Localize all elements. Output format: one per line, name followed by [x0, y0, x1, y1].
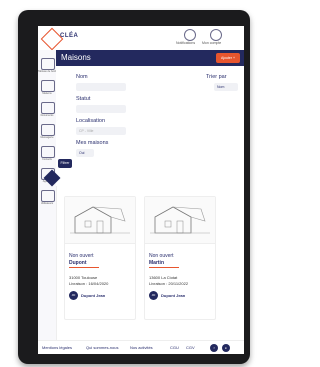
localisation-label: Localisation [76, 118, 106, 124]
sidebar-item-maisons: Maisons [42, 92, 52, 95]
sidebar-item-users: Utilisateurs [40, 202, 54, 205]
folder-icon[interactable] [41, 102, 55, 114]
card-person: Dupont Jean [81, 293, 106, 298]
card-underline [69, 267, 99, 268]
sort-select[interactable]: Nom [214, 83, 238, 91]
card-city: 13600 La Ciotat [149, 275, 178, 280]
statut-select[interactable] [76, 105, 126, 113]
localisation-input[interactable]: CP - Ville [76, 127, 126, 135]
facebook-icon[interactable]: f [210, 344, 218, 352]
sidebar-item-contacts: Contacts [42, 158, 52, 161]
card-date: Livraison : 20/11/2022 [149, 281, 189, 286]
bell-icon[interactable] [184, 29, 196, 41]
message-icon[interactable] [41, 124, 55, 136]
footer-link-activities[interactable]: Nos activités [130, 345, 153, 350]
footer: Mentions légales Qui sommes-nous Nos act… [38, 340, 244, 354]
house-sketch-icon [150, 206, 210, 234]
avatar: JD [69, 291, 78, 300]
footer-link-mentions[interactable]: Mentions légales [42, 345, 72, 350]
screen: CLÉA Notifications Mon compte Tableau de… [38, 26, 244, 354]
dashboard-icon[interactable] [41, 58, 55, 70]
filters-panel: Nom Statut Localisation CP - Ville Mes m… [56, 66, 244, 186]
card-name: Martin [149, 260, 164, 266]
mes-maisons-label: Mes maisons [76, 140, 109, 146]
sidebar-item-documents: Documents [40, 114, 54, 117]
nom-input[interactable] [76, 83, 126, 91]
notifications-label: Notifications [176, 41, 196, 45]
nom-label: Nom [76, 74, 88, 80]
mes-maisons-select[interactable]: Oui [76, 149, 94, 157]
house-card[interactable]: Non ouvert Martin 13600 La Ciotat Livrai… [144, 196, 216, 320]
avatar: JD [149, 291, 158, 300]
account-label: Mon compte [202, 41, 222, 45]
add-button[interactable]: Ajouter + [216, 53, 240, 63]
sidebar: Tableau de bord Maisons Documents Messag… [38, 50, 57, 340]
house-card[interactable]: Non ouvert Dupont 31000 Toulouse Livrais… [64, 196, 136, 320]
page-title: Maisons [61, 53, 91, 62]
users-icon[interactable] [41, 190, 55, 202]
card-status: Non ouvert [69, 253, 94, 259]
sidebar-item-dashboard: Tableau de bord [38, 70, 56, 73]
footer-link-cgv[interactable]: CGV [186, 345, 195, 350]
house-sketch-icon [70, 206, 130, 234]
user-icon[interactable] [210, 29, 222, 41]
card-date: Livraison : 16/04/2020 [69, 281, 109, 286]
card-city: 31000 Toulouse [69, 275, 98, 280]
house-icon[interactable] [41, 80, 55, 92]
linkedin-icon[interactable]: in [222, 344, 230, 352]
footer-link-cgu[interactable]: CGU [170, 345, 179, 350]
card-underline [149, 267, 179, 268]
house-sketch-image [145, 197, 215, 244]
card-person: Dupont Jean [161, 293, 186, 298]
statut-label: Statut [76, 96, 91, 102]
clea-logo-icon [40, 27, 64, 51]
filter-button[interactable]: Filtrer [58, 159, 72, 168]
sort-label: Trier par [206, 74, 227, 80]
top-bar: CLÉA Notifications Mon compte [38, 26, 244, 51]
footer-link-about[interactable]: Qui sommes-nous [86, 345, 118, 350]
sidebar-item-messages: Messagerie [40, 136, 54, 139]
contacts-icon[interactable] [41, 146, 55, 158]
page-header: Maisons Ajouter + [56, 50, 244, 66]
logo-text: CLÉA [60, 33, 79, 39]
card-status: Non ouvert [149, 253, 174, 259]
house-sketch-image [65, 197, 135, 244]
card-name: Dupont [69, 260, 87, 266]
